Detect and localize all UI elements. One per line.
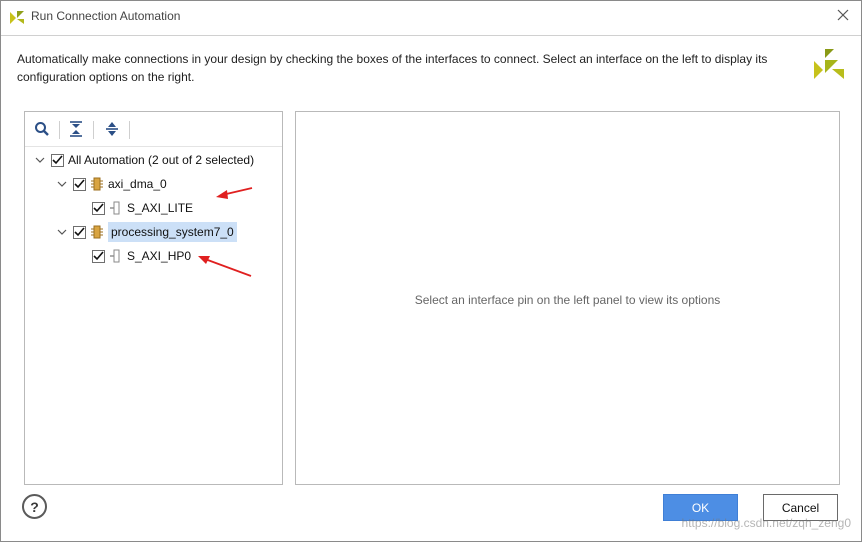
collapse-all-button[interactable] [65, 119, 87, 141]
root-checkbox[interactable] [51, 153, 64, 167]
search-icon [34, 121, 50, 140]
toolbar-divider [93, 121, 94, 139]
dialog-window: Run Connection Automation Automatically … [0, 0, 862, 542]
description-text: Automatically make connections in your d… [17, 52, 768, 84]
tree-node-axi-dma[interactable]: axi_dma_0 [55, 173, 167, 195]
interface-pin-icon [109, 249, 123, 263]
s-axi-lite-label: S_AXI_LITE [127, 201, 194, 215]
axi-dma-checkbox[interactable] [73, 177, 86, 191]
chevron-down-icon[interactable] [55, 225, 69, 239]
tree-node-processing-system[interactable]: processing_system7_0 [55, 221, 237, 243]
close-icon [837, 9, 849, 24]
expand-all-button[interactable] [101, 119, 123, 141]
tree-leaf-s-axi-lite[interactable]: S_AXI_LITE [92, 197, 193, 219]
watermark-text: https://blog.csdn.net/zqh_zeng0 [681, 516, 851, 530]
header-divider [1, 35, 861, 36]
vivado-logo-icon [9, 9, 25, 25]
toolbar-bottom-border [25, 146, 282, 147]
tree-leaf-s-axi-hp0[interactable]: S_AXI_HP0 [92, 245, 191, 267]
s-axi-lite-checkbox[interactable] [92, 201, 105, 215]
interface-tree-panel: All Automation (2 out of 2 selected) axi… [24, 111, 283, 485]
axi-dma-label: axi_dma_0 [108, 177, 167, 191]
help-button[interactable]: ? [22, 494, 47, 519]
expand-all-icon [105, 121, 119, 140]
collapse-all-icon [69, 120, 83, 140]
toolbar-divider [129, 121, 130, 139]
s-axi-hp0-label: S_AXI_HP0 [127, 249, 192, 263]
ip-block-icon [90, 225, 104, 239]
interface-pin-icon [109, 201, 123, 215]
tree-root-row[interactable]: All Automation (2 out of 2 selected) [33, 149, 254, 171]
search-button[interactable] [31, 119, 53, 141]
help-icon: ? [30, 498, 39, 515]
chevron-down-icon[interactable] [33, 153, 47, 167]
tree-toolbar [25, 112, 282, 146]
close-button[interactable] [831, 5, 855, 27]
options-placeholder: Select an interface pin on the left pane… [414, 293, 721, 307]
xilinx-logo-icon [812, 47, 846, 81]
options-panel: Select an interface pin on the left pane… [295, 111, 840, 485]
title-bar[interactable]: Run Connection Automation [1, 1, 861, 32]
processing-system-label: processing_system7_0 [108, 222, 237, 242]
ip-block-icon [90, 177, 104, 191]
processing-system-checkbox[interactable] [73, 225, 86, 239]
chevron-down-icon[interactable] [55, 177, 69, 191]
window-title: Run Connection Automation [31, 9, 181, 23]
root-label: All Automation (2 out of 2 selected) [68, 153, 255, 167]
s-axi-hp0-checkbox[interactable] [92, 249, 105, 263]
toolbar-divider [59, 121, 60, 139]
